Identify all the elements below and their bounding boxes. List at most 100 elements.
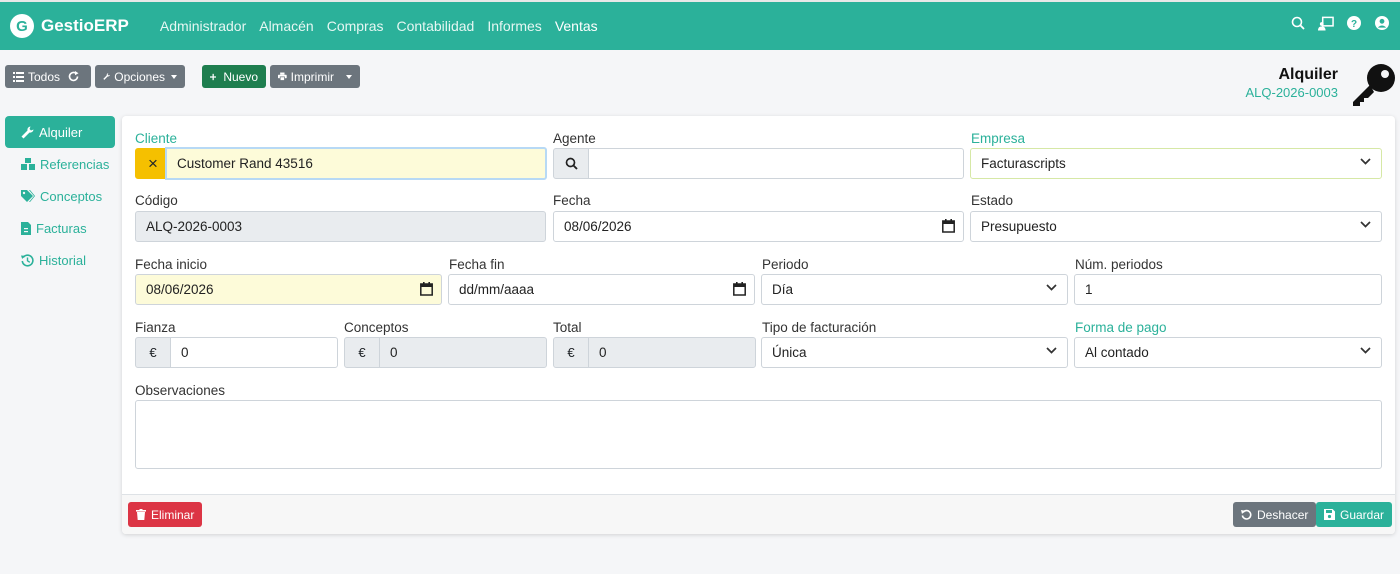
close-icon: × xyxy=(148,153,158,173)
tipo-facturacion-label: Tipo de facturación xyxy=(762,320,877,335)
fecha-label: Fecha xyxy=(553,193,591,208)
todos-label: Todos xyxy=(28,69,61,84)
sidebar-item-label: Conceptos xyxy=(40,188,103,204)
euro-icon: € xyxy=(553,337,589,368)
search-icon[interactable] xyxy=(1290,15,1306,31)
sidebar-item-label: Facturas xyxy=(36,220,87,236)
chevron-down-icon xyxy=(1360,221,1371,228)
agente-search-button[interactable] xyxy=(553,148,589,179)
invoice-icon xyxy=(21,221,31,235)
conceptos-label: Conceptos xyxy=(344,320,409,335)
fecha-fin-label: Fecha fin xyxy=(449,257,505,272)
tipo-facturacion-value: Única xyxy=(772,345,807,360)
codigo-label: Código xyxy=(135,193,178,208)
calendar-icon[interactable] xyxy=(420,282,433,296)
imprimir-label: Imprimir xyxy=(290,69,334,84)
sidebar-item-label: Alquiler xyxy=(39,124,83,140)
fecha-inicio-label: Fecha inicio xyxy=(135,257,208,272)
sidebar-item-facturas[interactable]: Facturas xyxy=(5,213,115,243)
total-label: Total xyxy=(553,320,582,335)
eliminar-label: Eliminar xyxy=(151,507,195,522)
nav-administrador[interactable]: Administrador xyxy=(160,18,246,34)
fecha-fin-input[interactable]: dd/mm/aaaa xyxy=(448,274,755,305)
calendar-icon[interactable] xyxy=(733,282,746,296)
wrench-icon xyxy=(103,73,110,80)
agente-label: Agente xyxy=(553,131,596,146)
tipo-facturacion-select[interactable]: Única xyxy=(761,337,1068,368)
sidebar-item-label: Referencias xyxy=(40,156,110,172)
nav-informes[interactable]: Informes xyxy=(487,18,541,34)
chevron-down-icon xyxy=(1046,284,1057,291)
history-icon xyxy=(21,253,34,267)
undo-icon xyxy=(1241,509,1252,520)
top-navbar: G GestioERP Administrador Almacén Compra… xyxy=(0,0,1400,50)
sidebar-item-label: Historial xyxy=(39,252,86,268)
page-title: Alquiler xyxy=(1278,66,1338,83)
chevron-down-icon xyxy=(1360,158,1371,165)
observaciones-textarea[interactable] xyxy=(135,400,1382,469)
total-input[interactable]: 0 xyxy=(588,337,756,368)
codigo-input[interactable]: ALQ-2026-0003 xyxy=(135,211,546,242)
todos-button[interactable]: Todos xyxy=(5,65,91,88)
fecha-fin-value: dd/mm/aaaa xyxy=(459,282,535,297)
key-icon xyxy=(1350,63,1396,110)
forma-pago-select[interactable]: Al contado xyxy=(1074,337,1382,368)
fecha-value: 08/06/2026 xyxy=(564,219,632,234)
forma-pago-label: Forma de pago xyxy=(1075,320,1167,335)
print-icon xyxy=(278,72,287,81)
nuevo-button[interactable]: Nuevo xyxy=(202,65,266,88)
guardar-button[interactable]: Guardar xyxy=(1316,502,1393,527)
svg-text:?: ? xyxy=(1351,19,1357,30)
estado-label: Estado xyxy=(971,193,1014,208)
fecha-input[interactable]: 08/06/2026 xyxy=(553,211,964,242)
refresh-icon[interactable] xyxy=(68,71,83,85)
calendar-icon[interactable] xyxy=(942,219,955,233)
conceptos-input[interactable]: 0 xyxy=(379,337,547,368)
sidebar-item-historial[interactable]: Historial xyxy=(5,245,115,275)
chevron-down-icon xyxy=(171,74,177,79)
page-title-block: Alquiler ALQ-2026-0003 xyxy=(1245,66,1338,100)
edit-form-card: Cliente × Customer Rand 43516 Agente Emp… xyxy=(122,116,1395,534)
estado-select[interactable]: Presupuesto xyxy=(970,211,1382,242)
empresa-label: Empresa xyxy=(971,131,1026,146)
brand-name: GestioERP xyxy=(41,16,129,35)
agente-input[interactable] xyxy=(588,148,964,179)
chalkboard-user-icon[interactable] xyxy=(1318,15,1334,31)
nav-almacen[interactable]: Almacén xyxy=(259,18,313,34)
imprimir-button[interactable]: Imprimir xyxy=(270,65,360,88)
user-icon[interactable] xyxy=(1374,15,1390,31)
sidebar-item-conceptos[interactable]: Conceptos xyxy=(5,181,115,211)
wrench-icon xyxy=(21,126,34,138)
nav-icons: ? xyxy=(1290,15,1390,31)
list-icon xyxy=(13,71,24,82)
chevron-down-icon xyxy=(1360,347,1371,354)
periodo-value: Día xyxy=(772,282,794,297)
cliente-label: Cliente xyxy=(135,131,178,146)
fianza-input[interactable]: 0 xyxy=(170,337,338,368)
num-periodos-label: Núm. periodos xyxy=(1075,257,1163,272)
eliminar-button[interactable]: Eliminar xyxy=(128,502,203,527)
fecha-inicio-input[interactable]: 08/06/2026 xyxy=(135,274,442,305)
cliente-input[interactable]: Customer Rand 43516 xyxy=(165,147,547,180)
opciones-button[interactable]: Opciones xyxy=(95,65,185,88)
chevron-down-icon xyxy=(1046,347,1057,354)
nav-compras[interactable]: Compras xyxy=(327,18,384,34)
brand[interactable]: G GestioERP xyxy=(10,14,129,38)
sidebar-item-alquiler[interactable]: Alquiler xyxy=(5,116,115,148)
empresa-select[interactable]: Facturascripts xyxy=(970,148,1382,179)
euro-icon: € xyxy=(344,337,380,368)
nav-contabilidad[interactable]: Contabilidad xyxy=(397,18,475,34)
fecha-inicio-value: 08/06/2026 xyxy=(146,282,214,297)
forma-pago-value: Al contado xyxy=(1085,345,1149,360)
help-icon[interactable]: ? xyxy=(1346,15,1362,31)
sidebar-item-referencias[interactable]: Referencias xyxy=(5,149,115,179)
euro-icon: € xyxy=(135,337,171,368)
deshacer-button[interactable]: Deshacer xyxy=(1233,502,1317,527)
observaciones-label: Observaciones xyxy=(135,383,226,398)
num-periodos-input[interactable]: 1 xyxy=(1074,274,1382,305)
plus-icon xyxy=(210,73,217,80)
opciones-label: Opciones xyxy=(114,69,165,84)
nuevo-label: Nuevo xyxy=(223,69,258,84)
periodo-select[interactable]: Día xyxy=(761,274,1068,305)
nav-ventas[interactable]: Ventas xyxy=(555,18,598,34)
